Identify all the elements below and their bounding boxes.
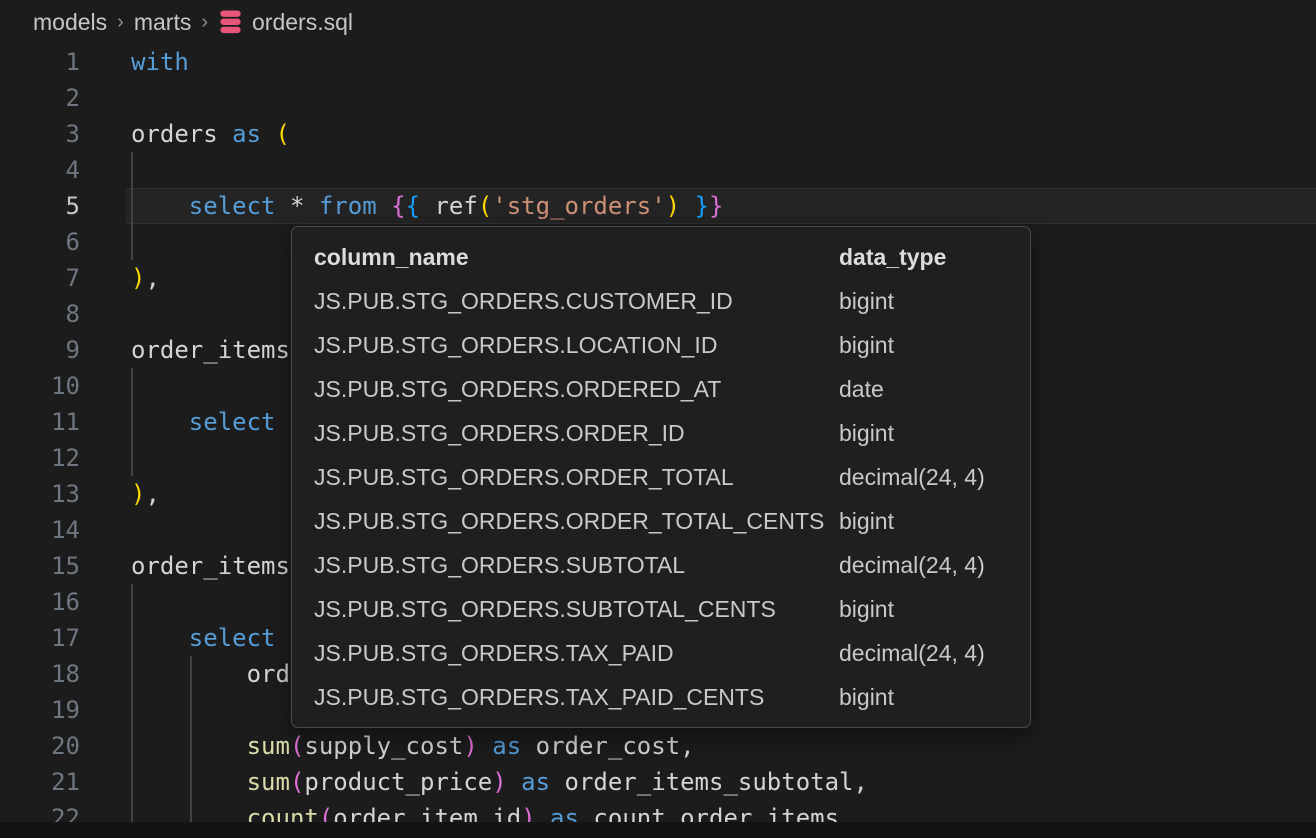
- line-number[interactable]: 11: [0, 404, 80, 440]
- editor-window: models › marts › orders.sql 1 with 23 order…: [0, 0, 1316, 838]
- code-line-3[interactable]: 3 orders as (: [0, 116, 1316, 152]
- code-text: select: [131, 404, 276, 440]
- column-row: JS.PUB.STG_ORDERS.TAX_PAID_CENTSbigint: [292, 675, 1030, 719]
- chevron-right-icon: ›: [117, 11, 124, 34]
- code-text: order_items: [131, 332, 290, 368]
- data-type-cell: bigint: [839, 596, 1008, 623]
- column-row: JS.PUB.STG_ORDERS.ORDER_IDbigint: [292, 411, 1030, 455]
- column-name-cell: JS.PUB.STG_ORDERS.TAX_PAID_CENTS: [314, 684, 839, 711]
- breadcrumb-item-models[interactable]: models: [33, 9, 107, 36]
- code-text: ),: [131, 476, 160, 512]
- column-name-cell: JS.PUB.STG_ORDERS.ORDERED_AT: [314, 376, 839, 403]
- line-number[interactable]: 14: [0, 512, 80, 548]
- column-row: JS.PUB.STG_ORDERS.TAX_PAIDdecimal(24, 4): [292, 631, 1030, 675]
- line-number[interactable]: 4: [0, 152, 80, 188]
- line-number[interactable]: 1: [0, 44, 80, 80]
- line-number[interactable]: 15: [0, 548, 80, 584]
- line-number[interactable]: 7: [0, 260, 80, 296]
- popup-header-row: column_name data_type: [292, 235, 1030, 279]
- column-row: JS.PUB.STG_ORDERS.ORDER_TOTAL_CENTSbigin…: [292, 499, 1030, 543]
- line-number[interactable]: 17: [0, 620, 80, 656]
- code-text: with: [131, 44, 189, 80]
- data-type-cell: bigint: [839, 420, 1008, 447]
- code-line-2[interactable]: 2: [0, 80, 1316, 116]
- code-line-5[interactable]: 5 select * from {{ ref('stg_orders') }}: [0, 188, 1316, 224]
- line-number[interactable]: 8: [0, 296, 80, 332]
- code-text: select: [131, 620, 276, 656]
- column-row: JS.PUB.STG_ORDERS.LOCATION_IDbigint: [292, 323, 1030, 367]
- column-row: JS.PUB.STG_ORDERS.CUSTOMER_IDbigint: [292, 279, 1030, 323]
- data-type-cell: date: [839, 376, 1008, 403]
- line-number[interactable]: 3: [0, 116, 80, 152]
- line-number[interactable]: 5: [0, 188, 80, 224]
- code-text: orders as (: [131, 116, 290, 152]
- column-name-cell: JS.PUB.STG_ORDERS.SUBTOTAL_CENTS: [314, 596, 839, 623]
- data-type-cell: bigint: [839, 332, 1008, 359]
- column-row: JS.PUB.STG_ORDERS.SUBTOTAL_CENTSbigint: [292, 587, 1030, 631]
- data-type-cell: bigint: [839, 684, 1008, 711]
- popup-header-data-type: data_type: [839, 244, 1008, 271]
- column-info-popup: column_name data_type JS.PUB.STG_ORDERS.…: [291, 226, 1031, 728]
- line-number[interactable]: 2: [0, 80, 80, 116]
- column-name-cell: JS.PUB.STG_ORDERS.ORDER_TOTAL_CENTS: [314, 508, 839, 535]
- code-line-20[interactable]: 20 sum(supply_cost) as order_cost,: [0, 728, 1316, 764]
- data-type-cell: decimal(24, 4): [839, 464, 1008, 491]
- column-name-cell: JS.PUB.STG_ORDERS.ORDER_ID: [314, 420, 839, 447]
- line-number[interactable]: 13: [0, 476, 80, 512]
- line-number[interactable]: 20: [0, 728, 80, 764]
- code-text: ord: [131, 656, 290, 692]
- column-name-cell: JS.PUB.STG_ORDERS.CUSTOMER_ID: [314, 288, 839, 315]
- code-line-21[interactable]: 21 sum(product_price) as order_items_sub…: [0, 764, 1316, 800]
- data-type-cell: decimal(24, 4): [839, 552, 1008, 579]
- line-number[interactable]: 16: [0, 584, 80, 620]
- line-number[interactable]: 18: [0, 656, 80, 692]
- line-number[interactable]: 12: [0, 440, 80, 476]
- line-number[interactable]: 6: [0, 224, 80, 260]
- line-number[interactable]: 21: [0, 764, 80, 800]
- code-text: sum(product_price) as order_items_subtot…: [131, 764, 868, 800]
- bottom-edge: [0, 822, 1316, 838]
- breadcrumb-item-file[interactable]: orders.sql: [252, 9, 353, 36]
- data-type-cell: bigint: [839, 288, 1008, 315]
- column-row: JS.PUB.STG_ORDERS.SUBTOTALdecimal(24, 4): [292, 543, 1030, 587]
- column-row: JS.PUB.STG_ORDERS.ORDERED_ATdate: [292, 367, 1030, 411]
- chevron-right-icon: ›: [201, 11, 208, 34]
- data-type-cell: bigint: [839, 508, 1008, 535]
- breadcrumb-item-marts[interactable]: marts: [134, 9, 192, 36]
- code-text: select * from {{ ref('stg_orders') }}: [131, 188, 723, 224]
- code-text: sum(supply_cost) as order_cost,: [131, 728, 695, 764]
- database-icon: [218, 9, 243, 36]
- column-name-cell: JS.PUB.STG_ORDERS.LOCATION_ID: [314, 332, 839, 359]
- line-number[interactable]: 19: [0, 692, 80, 728]
- column-row: JS.PUB.STG_ORDERS.ORDER_TOTALdecimal(24,…: [292, 455, 1030, 499]
- column-name-cell: JS.PUB.STG_ORDERS.ORDER_TOTAL: [314, 464, 839, 491]
- code-line-1[interactable]: 1 with: [0, 44, 1316, 80]
- code-text: ),: [131, 260, 160, 296]
- breadcrumb: models › marts › orders.sql: [0, 0, 1316, 44]
- code-text: order_items: [131, 548, 290, 584]
- line-number[interactable]: 10: [0, 368, 80, 404]
- popup-header-column-name: column_name: [314, 244, 839, 271]
- line-number[interactable]: 9: [0, 332, 80, 368]
- column-name-cell: JS.PUB.STG_ORDERS.SUBTOTAL: [314, 552, 839, 579]
- code-line-4[interactable]: 4: [0, 152, 1316, 188]
- data-type-cell: decimal(24, 4): [839, 640, 1008, 667]
- column-name-cell: JS.PUB.STG_ORDERS.TAX_PAID: [314, 640, 839, 667]
